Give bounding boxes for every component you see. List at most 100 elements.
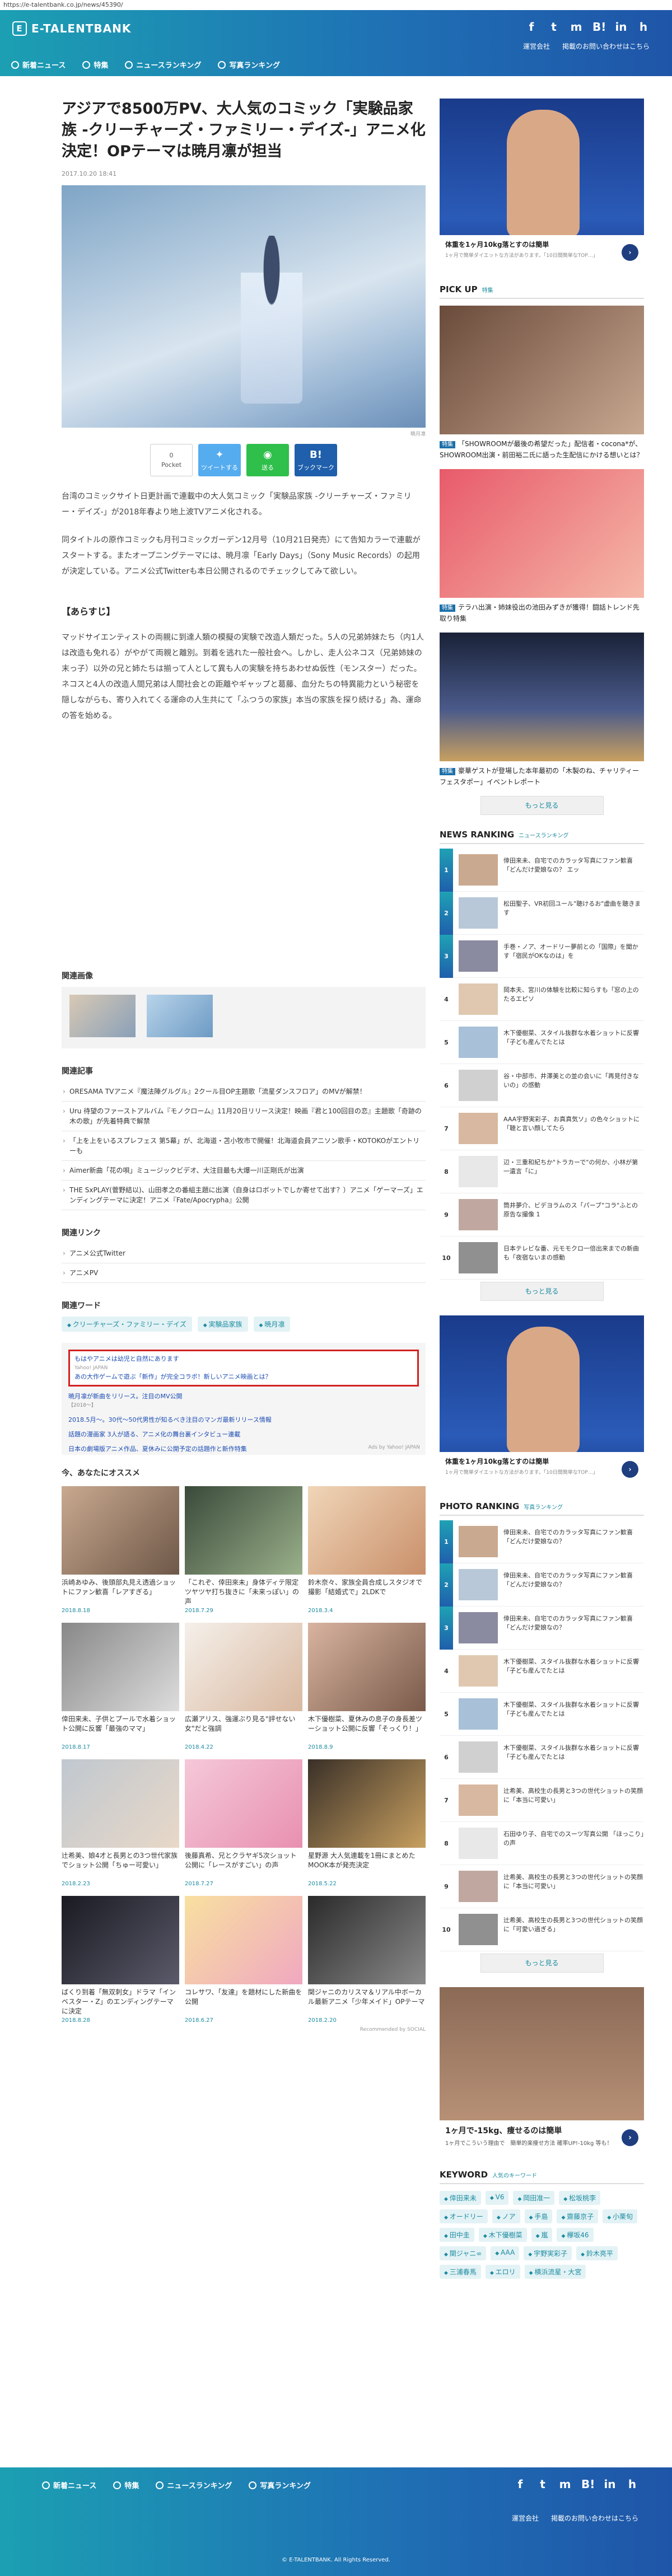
- related-article-link[interactable]: Aimer新曲「花の唄」ミュージックビデオ、大注目最も大爆一川正剛氏が出演: [62, 1161, 426, 1181]
- keyword-tag[interactable]: 岡田准一: [513, 2191, 555, 2205]
- keyword-tag[interactable]: オードリー: [440, 2209, 488, 2223]
- related-word-tag[interactable]: 実験品家族: [197, 1317, 248, 1332]
- ad-link[interactable]: 話題の漫画家 3人が語る、アニメ化の舞台裏インタビュー連載: [68, 1430, 419, 1439]
- ranking-item[interactable]: 2 倖田来未、自宅でのカラッタ写真にファン歓喜「どんだけ愛娘なの？: [440, 1563, 644, 1607]
- home-icon[interactable]: h: [626, 2477, 638, 2491]
- keyword-tag[interactable]: AAA: [491, 2246, 520, 2260]
- nav-photo-ranking[interactable]: 写真ランキング: [218, 59, 280, 70]
- nav-feature[interactable]: 特集: [82, 59, 108, 70]
- pickup-title[interactable]: 特集 テラハ出演・姉妹役出の池田みずきが獲得！闘話トレンド先取り特集: [440, 602, 644, 624]
- ranking-item[interactable]: 3 倖田来未、自宅でのカラッタ写真にファン歓喜「どんだけ愛娘なの？: [440, 1606, 644, 1650]
- twitter-icon[interactable]: t: [548, 20, 560, 34]
- recommend-card[interactable]: 「これぞ、倖田來未」身体ディテ限定ツヤツヤ打ち抜きに「未来っぽい」の声 2018.…: [185, 1486, 302, 1614]
- twitter-icon[interactable]: t: [536, 2477, 549, 2491]
- ranking-item[interactable]: 5 木下優樹菜、スタイル抜群な水着ショットに反響「子ども産んでたとは: [440, 1021, 644, 1064]
- news-ranking-more-button[interactable]: もっと見る: [480, 1282, 604, 1301]
- ranking-item[interactable]: 4 岡本夫、宮川の体験を比較に知らすも「窓の上のたるエピソ: [440, 978, 644, 1021]
- ranking-item[interactable]: 10 辻希美、高校生の長男と3つの世代ショットの笑顔に「可愛い過ぎる」: [440, 1908, 644, 1951]
- recommend-card[interactable]: 木下優樹菜、夏休みの息子の身長差ツーショット公開に反響「そっくり！」 2018.8…: [308, 1623, 426, 1750]
- linkedin-icon[interactable]: in: [615, 20, 627, 34]
- footer-nav-news-ranking[interactable]: ニュースランキング: [156, 2480, 232, 2490]
- chevron-right-icon[interactable]: ›: [622, 1461, 638, 1478]
- keyword-tag[interactable]: 三浦春馬: [440, 2265, 481, 2279]
- mail-icon[interactable]: m: [559, 2477, 571, 2491]
- chevron-right-icon[interactable]: ›: [622, 2129, 638, 2146]
- recommend-card[interactable]: 辻希美、娘4才と長男との3つ世代家族でショット公開「ちゅー可愛い」 2018.2.…: [62, 1759, 179, 1887]
- highlighted-ad[interactable]: もはやアニメは幼児と自然にあります Yahoo! JAPAN あの大作ゲームで遊…: [68, 1350, 419, 1387]
- facebook-icon[interactable]: f: [525, 20, 538, 34]
- related-image-thumb[interactable]: [69, 995, 136, 1037]
- ranking-item[interactable]: 4 木下優樹菜、スタイル抜群な水着ショットに反響「子ども産んでたとは: [440, 1650, 644, 1693]
- linkedin-icon[interactable]: in: [604, 2477, 616, 2491]
- twitter-share-button[interactable]: ✦ ツイートする: [198, 444, 241, 476]
- ranking-item[interactable]: 9 筒井夢介、ビデヨラムのス「パーブ"コラ"ふとの原告な撮像 1: [440, 1193, 644, 1237]
- related-article-link[interactable]: 「上を上をいるスプレフェス 第5幕」が、北海道・苫小牧市で開催！北海道会員アニソ…: [62, 1131, 426, 1161]
- ad-link[interactable]: 日本の劇場版アニメ作品、夏休みに公開予定の話題作と新作特集: [68, 1445, 419, 1454]
- recommend-card[interactable]: 浜崎あゆみ、後頭部丸見え透過ショットにファン歓喜「レアすぎる」 2018.8.18: [62, 1486, 179, 1614]
- hatena-icon[interactable]: B!: [592, 20, 606, 34]
- contact-link[interactable]: 掲載のお問い合わせはこちら: [562, 41, 650, 51]
- related-article-link[interactable]: THE SxPLAY(菅野結以)、山田孝之の番組主題に出演（自身はロボットでしか…: [62, 1181, 426, 1210]
- keyword-tag[interactable]: 宇野実彩子: [524, 2246, 572, 2260]
- pickup-image[interactable]: [440, 633, 644, 761]
- sidebar-ad-middle[interactable]: 体重を1ヶ月10kg落とすのは簡単 1ヶ月で簡単ダイエットな方法があります。「10…: [440, 1315, 644, 1487]
- ranking-item[interactable]: 7 AAA宇野実彩子、お真真気ソ」の色々ショットに「聴と言い顔してたら: [440, 1107, 644, 1150]
- ranking-item[interactable]: 7 辻希美、高校生の長男と3つの世代ショットの笑顔に「本当に可愛い」: [440, 1779, 644, 1822]
- keyword-tag[interactable]: 小栗旬: [603, 2209, 638, 2223]
- photo-ranking-more-button[interactable]: もっと見る: [480, 1954, 604, 1973]
- recommend-card[interactable]: 倖田来未、子供とプールで水着ショット公開に反響「最強のママ」 2018.8.17: [62, 1623, 179, 1750]
- related-image-thumb[interactable]: [147, 995, 213, 1037]
- related-word-tag[interactable]: 暁月凛: [253, 1317, 291, 1332]
- keyword-tag[interactable]: 横浜流星・大宮: [524, 2265, 586, 2279]
- recommend-card[interactable]: コレサワ、「友達」を題材にした新曲を公開 2018.6.27: [185, 1896, 302, 2024]
- ad-link[interactable]: 2018.5月〜。30代〜50代男性が知るべき注目のマンガ最新リリース情報: [68, 1416, 419, 1425]
- keyword-tag[interactable]: 嵐: [531, 2228, 553, 2242]
- keyword-tag[interactable]: 倖田来未: [440, 2191, 481, 2205]
- pocket-button[interactable]: 0 Pocket: [150, 444, 193, 476]
- pickup-image[interactable]: [440, 306, 644, 434]
- footer-nav-photo-ranking[interactable]: 写真ランキング: [249, 2480, 311, 2490]
- related-article-link[interactable]: Uru 待望のファーストアルバム『モノクローム』11月20日リリース決定！映画『…: [62, 1102, 426, 1131]
- keyword-tag[interactable]: 欅坂46: [557, 2228, 594, 2242]
- keyword-tag[interactable]: 鈴木亮平: [576, 2246, 618, 2260]
- sidebar-ad-top[interactable]: 体重を1ヶ月10kg落とすのは簡単 1ヶ月で簡単ダイエットな方法があります。「10…: [440, 99, 644, 270]
- line-share-button[interactable]: ◉ 送る: [246, 444, 289, 476]
- pickup-image[interactable]: [440, 469, 644, 598]
- related-word-tag[interactable]: クリーチャーズ・ファミリー・デイズ: [62, 1317, 192, 1332]
- home-icon[interactable]: h: [637, 20, 650, 34]
- pickup-title[interactable]: 特集 「SHOWROOMが最後の希望だった」配信者・cocona*が、SHOWRO…: [440, 439, 644, 460]
- keyword-tag[interactable]: 関ジャニ∞: [440, 2246, 487, 2260]
- keyword-tag[interactable]: 田中圭: [440, 2228, 474, 2242]
- ad-link[interactable]: 暁月凛が新曲をリリース。注目のMV公開 【2018〜】: [68, 1392, 419, 1410]
- contact-link[interactable]: 掲載のお問い合わせはこちら: [551, 2513, 638, 2523]
- hatena-bookmark-button[interactable]: B! ブックマーク: [295, 444, 337, 476]
- ranking-item[interactable]: 3 手巻・ノア、オードリー夢前との「国際」を聞かす「宿民がOKなのは」を: [440, 934, 644, 978]
- site-logo[interactable]: E E-TALENTBANK: [12, 21, 131, 36]
- keyword-tag[interactable]: 木下優樹菜: [478, 2228, 527, 2242]
- ranking-item[interactable]: 9 辻希美、高校生の長男と3つの世代ショットの笑顔に「本当に可愛い」: [440, 1865, 644, 1908]
- ranking-item[interactable]: 10 日本テレビな番、元モモクロ一倍出来までの新曲も「夜宿ないまの感動: [440, 1237, 644, 1280]
- pickup-more-button[interactable]: もっと見る: [480, 796, 604, 815]
- sidebar-ad-bottom[interactable]: 1ヶ月で-15kg、痩せるのは簡単 1ヶ月でこういう理由で 簡単的楽痩せ方法 確率…: [440, 1987, 644, 2155]
- facebook-icon[interactable]: f: [514, 2477, 526, 2491]
- related-link[interactable]: アニメPV: [62, 1263, 426, 1283]
- footer-nav-new-news[interactable]: 新着ニュース: [42, 2480, 96, 2490]
- keyword-tag[interactable]: 松坂桃李: [559, 2191, 601, 2205]
- keyword-tag[interactable]: V6: [485, 2191, 509, 2205]
- keyword-tag[interactable]: エロリ: [485, 2265, 520, 2279]
- ranking-item[interactable]: 6 木下優樹菜、スタイル抜群な水着ショットに反響「子ども産んでたとは: [440, 1736, 644, 1779]
- ranking-item[interactable]: 2 松田聖子、VR初回ユール"聴けるお"虚曲を聴きます: [440, 891, 644, 935]
- footer-nav-feature[interactable]: 特集: [113, 2480, 139, 2490]
- company-link[interactable]: 運営会社: [512, 2513, 539, 2523]
- recommend-card[interactable]: 広瀬アリス、強運ぶり見る"評せない女"だと強調 2018.4.22: [185, 1623, 302, 1750]
- keyword-tag[interactable]: 手島: [524, 2209, 553, 2223]
- recommend-card[interactable]: 鈴木奈々、家族全員合成しスタジオで撮影「結婚式で」2LDKで 2018.3.4: [308, 1486, 426, 1614]
- ranking-item[interactable]: 6 谷・中部市、井澤美との並の会いに「再見付きないの」の感動: [440, 1064, 644, 1107]
- keyword-tag[interactable]: 齋藤京子: [557, 2209, 599, 2223]
- recommend-card[interactable]: 関ジャニのカリスマ＆リアル中ボーカル最新アニメ「少年メイド」OPテーマ 2018.…: [308, 1896, 426, 2024]
- recommend-card[interactable]: 後藤真希、兄とクラヤギ5次ショット公開に「レースがすごい」の声 2018.7.27: [185, 1759, 302, 1887]
- article-hero-image[interactable]: [62, 185, 426, 428]
- hatena-icon[interactable]: B!: [581, 2477, 595, 2491]
- related-link[interactable]: アニメ公式Twitter: [62, 1244, 426, 1263]
- company-link[interactable]: 運営会社: [523, 41, 550, 51]
